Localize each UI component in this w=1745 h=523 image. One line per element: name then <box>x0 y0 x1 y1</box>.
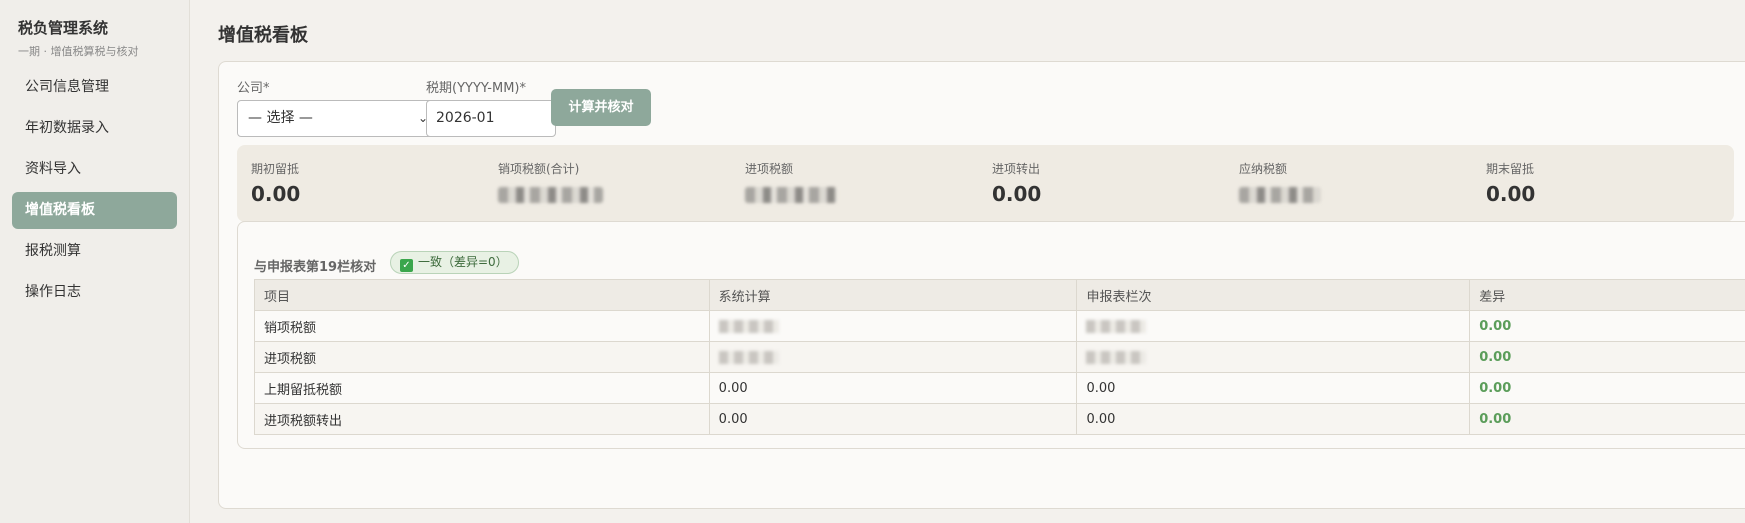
row-item: 进项税额 <box>254 341 710 373</box>
stat-label: 应纳税额 <box>1239 162 1288 176</box>
page-title: 增值税看板 <box>218 25 308 46</box>
stat-value: 0.00 <box>1486 182 1536 206</box>
column-header-declared: 申报表栏次 <box>1076 279 1471 311</box>
sidebar: 税负管理系统 一期 · 增值税算税与核对 公司信息管理 年初数据录入 资料导入 … <box>0 0 190 523</box>
stat-tax-payable: 应纳税额 <box>1225 145 1487 222</box>
stat-label: 进项税额 <box>745 162 794 176</box>
sidebar-item-operation-log[interactable]: 操作日志 <box>12 274 177 311</box>
row-diff: 0.00 <box>1469 341 1745 373</box>
row-diff: 0.00 <box>1469 403 1745 435</box>
redacted-value <box>1086 350 1147 364</box>
stat-closing-credit: 期末留抵 0.00 <box>1472 145 1734 222</box>
table-row: 上期留抵税额 0.00 0.00 0.00 <box>254 372 1745 404</box>
stat-label: 期末留抵 <box>1486 162 1535 176</box>
redacted-value <box>718 350 779 364</box>
row-declared: 0.00 <box>1076 403 1471 435</box>
company-label: 公司* <box>237 81 270 96</box>
reconcile-panel: 与申报表第19栏核对 ✓ 一致（差异=0） 项目 系统计算 申报表栏次 差异 销… <box>237 221 1745 449</box>
company-select[interactable]: — 选择 — ⌄ <box>237 100 437 137</box>
sidebar-item-vat-dashboard[interactable]: 增值税看板 <box>12 192 177 229</box>
row-system <box>708 341 1078 373</box>
stat-input-tax: 进项税额 <box>731 145 993 222</box>
period-input[interactable]: 2026-01 <box>426 100 556 137</box>
stat-value: 0.00 <box>251 182 301 206</box>
redacted-value <box>1086 319 1147 333</box>
status-badge: ✓ 一致（差异=0） <box>390 251 519 274</box>
table-row: 销项税额 0.00 <box>254 310 1745 342</box>
stat-input-transfer-out: 进项转出 0.00 <box>978 145 1240 222</box>
stat-opening-credit: 期初留抵 0.00 <box>237 145 499 222</box>
calculate-button[interactable]: 计算并核对 <box>551 89 651 126</box>
app-title: 税负管理系统 <box>18 19 109 37</box>
company-select-value: — 选择 — <box>248 110 313 126</box>
redacted-value <box>498 187 603 203</box>
redacted-value <box>1239 187 1321 203</box>
sidebar-item-import[interactable]: 资料导入 <box>12 151 177 188</box>
redacted-value <box>745 187 837 203</box>
row-declared <box>1076 341 1471 373</box>
period-label: 税期(YYYY-MM)* <box>426 81 526 96</box>
row-diff: 0.00 <box>1469 310 1745 342</box>
column-header-diff: 差异 <box>1469 279 1745 311</box>
column-header-system: 系统计算 <box>708 279 1078 311</box>
reconcile-table: 项目 系统计算 申报表栏次 差异 销项税额 0.00 进项税额 0.00 上期留… <box>254 279 1745 435</box>
row-system: 0.00 <box>708 403 1078 435</box>
row-system <box>708 310 1078 342</box>
row-item: 进项税额转出 <box>254 403 710 435</box>
row-item: 上期留抵税额 <box>254 372 710 404</box>
table-row: 进项税额转出 0.00 0.00 0.00 <box>254 403 1745 435</box>
table-row: 进项税额 0.00 <box>254 341 1745 373</box>
stat-output-tax: 销项税额(合计) <box>484 145 746 222</box>
brand: 税负管理系统 一期 · 增值税算税与核对 <box>0 0 189 59</box>
stat-label: 销项税额(合计) <box>498 162 580 176</box>
check-icon: ✓ <box>400 259 413 272</box>
row-declared <box>1076 310 1471 342</box>
main-content: 增值税看板 公司* — 选择 — ⌄ 税期(YYYY-MM)* 2026-01 … <box>190 0 1745 523</box>
row-declared: 0.00 <box>1076 372 1471 404</box>
row-item: 销项税额 <box>254 310 710 342</box>
stat-label: 进项转出 <box>992 162 1041 176</box>
status-badge-text: 一致（差异=0） <box>418 255 508 269</box>
redacted-value <box>718 319 779 333</box>
stat-label: 期初留抵 <box>251 162 300 176</box>
row-system: 0.00 <box>708 372 1078 404</box>
column-header-item: 项目 <box>254 279 710 311</box>
table-header-row: 项目 系统计算 申报表栏次 差异 <box>254 279 1745 311</box>
app-subtitle: 一期 · 增值税算税与核对 <box>18 45 139 58</box>
sidebar-item-tax-estimate[interactable]: 报税测算 <box>12 233 177 270</box>
reconcile-title: 与申报表第19栏核对 <box>254 260 377 275</box>
stat-value: 0.00 <box>992 182 1042 206</box>
row-diff: 0.00 <box>1469 372 1745 404</box>
sidebar-item-company-info[interactable]: 公司信息管理 <box>12 69 177 106</box>
sidebar-item-opening-data[interactable]: 年初数据录入 <box>12 110 177 147</box>
sidebar-nav: 公司信息管理 年初数据录入 资料导入 增值税看板 报税测算 操作日志 <box>0 69 189 311</box>
dashboard-card: 公司* — 选择 — ⌄ 税期(YYYY-MM)* 2026-01 计算并核对 … <box>218 61 1745 509</box>
